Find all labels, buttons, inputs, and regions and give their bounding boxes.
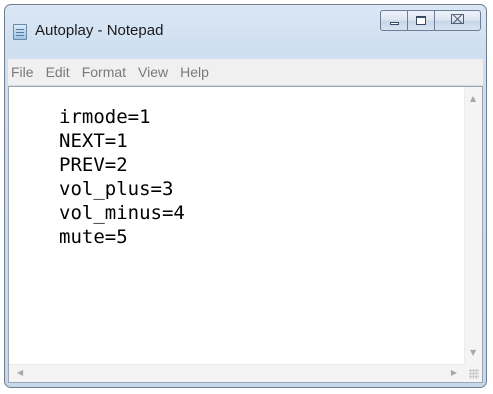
maximize-button[interactable] [408,10,435,31]
minimize-button[interactable] [380,10,408,31]
menu-edit[interactable]: Edit [40,64,76,80]
window-title: Autoplay - Notepad [35,22,164,39]
text-line: NEXT=1 [59,130,128,152]
text-line: irmode=1 [59,106,151,128]
notepad-window: Autoplay - Notepad ⌧ File Edit Format Vi… [4,4,487,388]
text-line: mute=5 [59,226,128,248]
menu-format[interactable]: Format [76,64,132,80]
caption-buttons: ⌧ [380,10,481,31]
size-grip-icon[interactable] [469,369,479,379]
menu-view[interactable]: View [132,64,174,80]
text-area[interactable]: irmode=1 NEXT=1 PREV=2 vol_plus=3 vol_mi… [9,87,465,365]
title-bar[interactable]: Autoplay - Notepad ⌧ [5,5,486,59]
text-line: vol_plus=3 [59,178,174,200]
maximize-icon [416,16,426,25]
menu-bar: File Edit Format View Help [8,59,483,86]
scroll-left-icon[interactable]: ◀ [17,369,23,377]
horizontal-scrollbar[interactable]: ◀ ▶ [9,364,465,382]
notepad-app-icon[interactable] [13,24,27,40]
text-content[interactable]: irmode=1 NEXT=1 PREV=2 vol_plus=3 vol_mi… [9,87,465,249]
text-line: PREV=2 [59,154,128,176]
menu-file[interactable]: File [8,64,40,80]
text-line: vol_minus=4 [59,202,185,224]
minimize-icon [389,22,399,25]
scroll-down-icon[interactable]: ▼ [470,349,476,357]
close-button[interactable]: ⌧ [435,10,481,31]
vertical-scrollbar[interactable]: ▲ ▼ [464,87,482,365]
text-editor[interactable]: irmode=1 NEXT=1 PREV=2 vol_plus=3 vol_mi… [8,86,483,383]
close-icon: ⌧ [450,13,465,28]
scroll-right-icon[interactable]: ▶ [451,369,457,377]
scrollbar-corner [465,365,482,382]
menu-help[interactable]: Help [174,64,215,80]
scroll-up-icon[interactable]: ▲ [470,95,476,103]
